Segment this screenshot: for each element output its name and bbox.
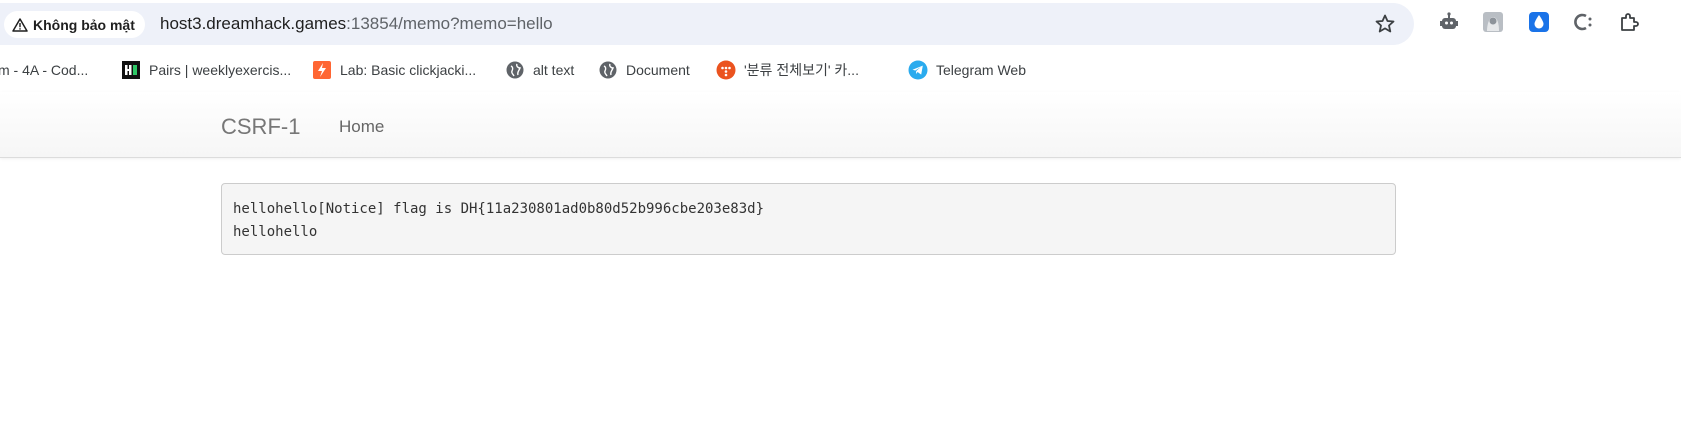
- bookmark-star-icon[interactable]: [1373, 12, 1397, 36]
- bookmark-item[interactable]: m - 4A - Cod...: [0, 56, 88, 84]
- nav-home-link[interactable]: Home: [339, 117, 384, 137]
- avatar-extension-icon[interactable]: [1482, 11, 1504, 33]
- bookmark-item[interactable]: Pairs | weeklyexercis...: [121, 56, 291, 84]
- bookmark-item[interactable]: Telegram Web: [908, 56, 1026, 84]
- bookmark-item[interactable]: Document: [598, 56, 690, 84]
- bookmark-item[interactable]: '분류 전체보기' 카...: [716, 56, 859, 84]
- robot-extension-icon[interactable]: [1438, 11, 1460, 33]
- url-text[interactable]: host3.dreamhack.games:13854/memo?memo=he…: [160, 14, 553, 34]
- navbar-brand[interactable]: CSRF-1: [221, 114, 300, 140]
- security-label: Không bảo mật: [33, 16, 135, 33]
- bookmark-label: Document: [626, 62, 690, 78]
- bookmark-label: m - 4A - Cod...: [0, 62, 89, 78]
- portswigger-icon: [312, 60, 332, 80]
- globe-icon: [598, 60, 618, 80]
- url-path: :13854/memo?memo=hello: [346, 14, 553, 33]
- extensions-puzzle-icon[interactable]: [1618, 11, 1640, 33]
- hackerrank-icon: [121, 60, 141, 80]
- memo-line: hellohello[Notice] flag is DH{11a230801a…: [233, 201, 765, 217]
- bookmark-item[interactable]: alt text: [505, 56, 574, 84]
- bookmark-label: Pairs | weeklyexercis...: [149, 62, 292, 78]
- bookmark-label: Lab: Basic clickjacki...: [340, 62, 477, 78]
- security-chip[interactable]: Không bảo mật: [4, 11, 145, 38]
- page-content: CSRF-1 Home hellohello[Notice] flag is D…: [0, 92, 1681, 441]
- droplet-extension-icon[interactable]: [1528, 11, 1550, 33]
- css-extension-icon[interactable]: [1573, 11, 1595, 33]
- memo-line: hellohello: [233, 224, 318, 240]
- navbar: CSRF-1 Home: [0, 92, 1681, 158]
- address-bar[interactable]: Không bảo mật host3.dreamhack.games:1385…: [0, 3, 1414, 45]
- bookmarks-bar: m - 4A - Cod... Pairs | weeklyexercis...…: [0, 56, 1681, 84]
- memo-output: hellohello[Notice] flag is DH{11a230801a…: [221, 183, 1396, 255]
- tistory-icon: [716, 60, 736, 80]
- bookmark-item[interactable]: Lab: Basic clickjacki...: [312, 56, 476, 84]
- bookmark-label: Telegram Web: [936, 62, 1027, 78]
- telegram-icon: [908, 60, 928, 80]
- browser-chrome: Không bảo mật host3.dreamhack.games:1385…: [0, 0, 1681, 92]
- globe-icon: [505, 60, 525, 80]
- bookmark-label: '분류 전체보기' 카...: [744, 62, 859, 78]
- warning-icon: [12, 17, 28, 32]
- url-host: host3.dreamhack.games: [160, 14, 347, 33]
- bookmark-label: alt text: [533, 62, 575, 78]
